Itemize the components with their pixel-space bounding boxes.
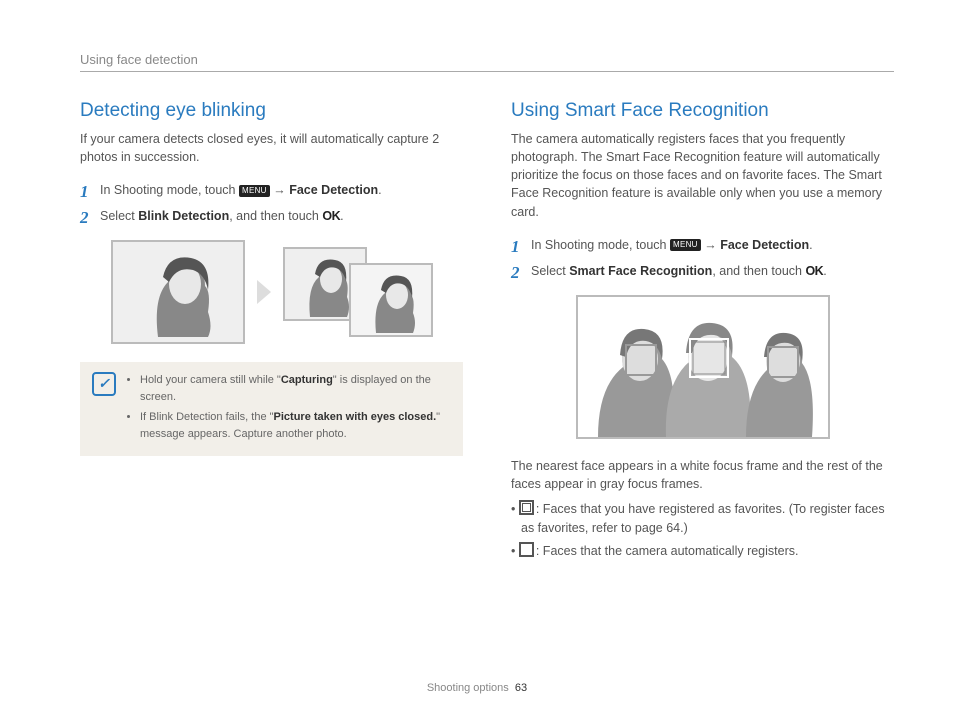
steps-smart-face: In Shooting mode, touch MENU → Face Dete… (511, 235, 894, 281)
arrow-icon: → (270, 183, 289, 197)
chevron-right-icon (257, 280, 271, 304)
note-item: If Blink Detection fails, the "Picture t… (140, 409, 451, 442)
legend-list: • : Faces that you have registered as fa… (511, 500, 894, 560)
illustration-smart-face (576, 295, 830, 439)
menu-icon: MENU (670, 239, 701, 251)
step-target: Blink Detection (138, 209, 229, 223)
step-1: In Shooting mode, touch MENU → Face Dete… (80, 180, 463, 200)
intro-smart-face: The camera automatically registers faces… (511, 130, 894, 221)
person-icon (351, 265, 431, 335)
col-left: Detecting eye blinking If your camera de… (80, 100, 463, 564)
ok-icon: OK (805, 264, 823, 278)
page-number: 63 (515, 682, 527, 694)
square-icon (519, 542, 534, 557)
note-icon: ✓ (92, 372, 116, 396)
group-photo-icon (578, 297, 828, 437)
double-square-icon (519, 500, 534, 515)
step-text: . (809, 238, 812, 252)
frame-explain: The nearest face appears in a white focu… (511, 457, 894, 495)
step-target: Face Detection (720, 238, 809, 252)
step-2: Select Smart Face Recognition, and then … (511, 261, 894, 281)
step-text: . (340, 209, 343, 223)
person-icon (113, 242, 243, 342)
legend-item-favorite: • : Faces that you have registered as fa… (511, 500, 894, 538)
menu-icon: MENU (239, 185, 270, 197)
illustration-blink (80, 240, 463, 344)
step-text: . (823, 264, 826, 278)
step-target: Face Detection (289, 183, 378, 197)
step-text: Select (100, 209, 138, 223)
ok-icon: OK (322, 209, 340, 223)
step-text: In Shooting mode, touch (100, 183, 239, 197)
step-text: , and then touch (229, 209, 322, 223)
page-footer: Shooting options 63 (0, 682, 954, 694)
col-right: Using Smart Face Recognition The camera … (511, 100, 894, 564)
legend-item-auto: • : Faces that the camera automatically … (511, 542, 894, 561)
footer-section: Shooting options (427, 682, 509, 694)
steps-eye-blinking: In Shooting mode, touch MENU → Face Dete… (80, 180, 463, 226)
photo-frame-large (111, 240, 245, 344)
step-2: Select Blink Detection, and then touch O… (80, 206, 463, 226)
step-text: In Shooting mode, touch (531, 238, 670, 252)
step-text: . (378, 183, 381, 197)
step-1: In Shooting mode, touch MENU → Face Dete… (511, 235, 894, 255)
step-text: , and then touch (712, 264, 805, 278)
heading-eye-blinking: Detecting eye blinking (80, 100, 463, 122)
note-item: Hold your camera still while "Capturing"… (140, 372, 451, 405)
photo-frame-small (349, 263, 433, 337)
step-target: Smart Face Recognition (569, 264, 712, 278)
step-text: Select (531, 264, 569, 278)
running-head: Using face detection (80, 52, 894, 72)
intro-eye-blinking: If your camera detects closed eyes, it w… (80, 130, 463, 166)
note-box: ✓ Hold your camera still while "Capturin… (80, 362, 463, 456)
heading-smart-face: Using Smart Face Recognition (511, 100, 894, 122)
arrow-icon: → (701, 238, 720, 252)
